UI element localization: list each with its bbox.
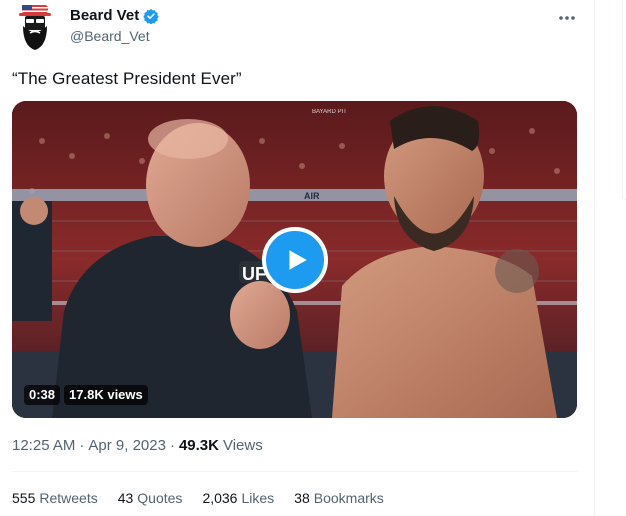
stat-label: Quotes <box>137 490 183 506</box>
video-view-count: 17.8K views <box>64 385 148 405</box>
divider <box>12 471 578 472</box>
tweet-time[interactable]: 12:25 AM <box>12 437 75 454</box>
stat-count: 555 <box>12 490 36 506</box>
video-player[interactable]: UFC AIR BAYARD PIT 0:38 17.8K views <box>12 101 577 418</box>
stat-count: 43 <box>117 490 134 506</box>
stat-label: Retweets <box>39 490 98 506</box>
stat-count: 38 <box>294 490 310 506</box>
stat-quotes[interactable]: 43 Quotes <box>118 490 183 506</box>
stat-bookmarks[interactable]: 38 Bookmarks <box>294 490 384 506</box>
more-options-icon[interactable] <box>557 8 577 28</box>
stat-retweets[interactable]: 555 Retweets <box>12 490 98 506</box>
stat-label: Bookmarks <box>313 490 384 506</box>
video-badges: 0:38 17.8K views <box>24 385 148 405</box>
views-label: Views <box>222 437 263 454</box>
tweet-text: “The Greatest President Ever” <box>12 69 242 88</box>
beard-avatar-icon[interactable] <box>14 2 56 54</box>
author-handle[interactable]: @Beard_Vet <box>70 28 150 44</box>
play-icon <box>289 250 307 270</box>
author-display-name[interactable]: Beard Vet <box>70 7 139 24</box>
meta-separator: · <box>169 437 175 454</box>
engagement-stats: 555 Retweets 43 Quotes 2,036 Likes 38 Bo… <box>12 490 384 506</box>
stat-likes[interactable]: 2,036 Likes <box>202 490 274 506</box>
meta-separator: · <box>79 437 85 454</box>
video-duration: 0:38 <box>24 385 61 405</box>
tweet-meta: 12:25 AM · Apr 9, 2023 · 49.3K Views <box>12 437 263 454</box>
verified-badge-icon <box>143 8 159 24</box>
stat-count: 2,036 <box>202 490 238 506</box>
stat-label: Likes <box>241 490 275 506</box>
video-sign-air: AIR <box>304 191 320 201</box>
play-button[interactable] <box>262 227 328 293</box>
video-sign-top: BAYARD PIT <box>312 109 347 115</box>
tweet-detail-page: Beard Vet @Beard_Vet “The Greatest Presi… <box>0 0 626 516</box>
column-divider <box>594 0 595 516</box>
tweet-date[interactable]: Apr 9, 2023 <box>88 437 166 454</box>
sidebar-panel-edge <box>622 0 626 200</box>
author-name-row[interactable]: Beard Vet <box>70 7 159 24</box>
views-count: 49.3K <box>178 437 219 454</box>
